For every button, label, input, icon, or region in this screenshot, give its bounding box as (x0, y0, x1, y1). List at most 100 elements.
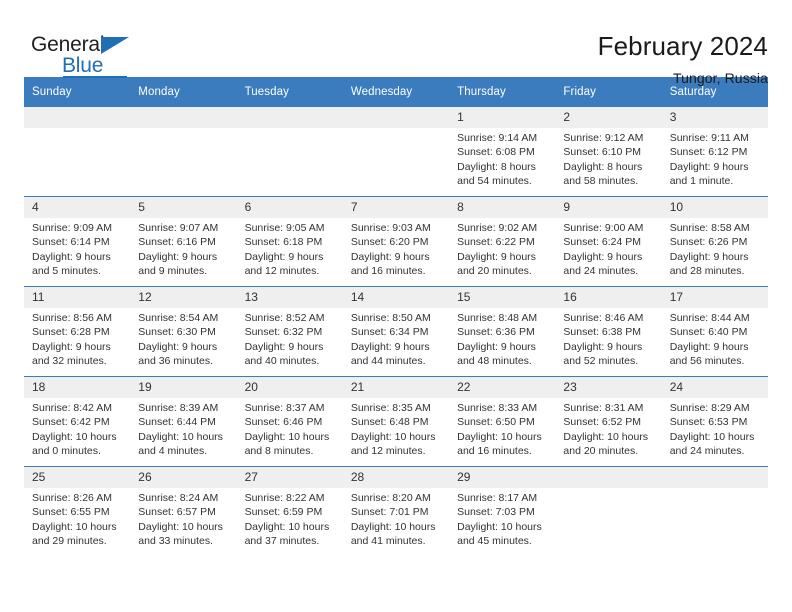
daylight-text: Daylight: 10 hours and 12 minutes. (350, 430, 436, 458)
sunset-text: Sunset: 7:03 PM (457, 506, 535, 519)
day-details: Sunrise: 9:03 AM Sunset: 6:20 PM Daylight:… (343, 218, 449, 279)
calendar-day-cell[interactable]: 25 Sunrise: 8:26 AM Sunset: 6:55 PM Dayligh… (24, 466, 131, 556)
sunrise-text: Sunrise: 8:56 AM (32, 312, 112, 324)
calendar-day-cell[interactable]: 11 Sunrise: 8:56 AM Sunset: 6:28 PM Dayligh… (24, 286, 131, 377)
daylight-text: Daylight: 10 hours and 16 minutes. (457, 430, 542, 458)
day-number (236, 107, 343, 128)
calendar-day-cell[interactable]: 23 Sunrise: 8:31 AM Sunset: 6:52 PM Dayligh… (555, 376, 662, 467)
day-details: Sunrise: 9:12 AM Sunset: 6:10 PM Daylight:… (555, 128, 661, 189)
sunrise-text: Sunrise: 8:26 AM (32, 492, 112, 504)
day-number (24, 107, 131, 128)
daylight-text: Daylight: 10 hours and 0 minutes. (32, 430, 117, 458)
calendar-day-cell[interactable]: 20 Sunrise: 8:37 AM Sunset: 6:46 PM Dayligh… (236, 376, 343, 467)
calendar-week-row: 18 Sunrise: 8:42 AM Sunset: 6:42 PM Dayligh… (24, 376, 768, 467)
day-number: 15 (449, 287, 556, 308)
day-number: 24 (661, 377, 768, 398)
calendar-table: Sunday Monday Tuesday Wednesday Thursday Frid… (24, 77, 768, 556)
general-blue-logo[interactable]: General Blue (24, 31, 144, 78)
calendar-day-cell[interactable]: 29 Sunrise: 8:17 AM Sunset: 7:03 PM Dayligh… (449, 466, 556, 556)
calendar-day-cell[interactable]: 27 Sunrise: 8:22 AM Sunset: 6:59 PM Dayligh… (236, 466, 343, 556)
daylight-text: Daylight: 9 hours and 48 minutes. (457, 340, 536, 368)
calendar-day-cell[interactable]: 14 Sunrise: 8:50 AM Sunset: 6:34 PM Dayligh… (342, 286, 450, 377)
sunrise-text: Sunrise: 9:14 AM (457, 132, 538, 144)
sunset-text: Sunset: 6:10 PM (563, 146, 642, 159)
calendar-page: General Blue February 2024 Tungor, Russi… (0, 0, 792, 612)
daylight-text: Daylight: 9 hours and 28 minutes. (669, 250, 749, 278)
calendar-day-cell[interactable]: 8 Sunrise: 9:02 AM Sunset: 6:22 PM Daylight… (449, 196, 556, 287)
sunrise-text: Sunrise: 8:54 AM (138, 312, 219, 324)
sunset-text: Sunset: 6:26 PM (669, 236, 748, 249)
calendar-day-cell[interactable]: 19 Sunrise: 8:39 AM Sunset: 6:44 PM Dayligh… (130, 376, 237, 467)
sunset-text: Sunset: 6:12 PM (669, 146, 748, 159)
sunrise-text: Sunrise: 9:12 AM (563, 132, 644, 144)
calendar-day-cell[interactable]: 2 Sunrise: 9:12 AM Sunset: 6:10 PM Daylight… (555, 106, 662, 197)
day-details: Sunrise: 8:50 AM Sunset: 6:34 PM Daylight:… (343, 308, 449, 369)
sunrise-text: Sunrise: 9:07 AM (138, 222, 219, 234)
calendar-day-cell[interactable]: 24 Sunrise: 8:29 AM Sunset: 6:53 PM Dayligh… (661, 376, 768, 467)
day-number: 18 (24, 377, 131, 398)
calendar-day-cell[interactable]: 4 Sunrise: 9:09 AM Sunset: 6:14 PM Daylight… (24, 196, 131, 287)
day-details: Sunrise: 8:52 AM Sunset: 6:32 PM Daylight:… (237, 308, 343, 369)
calendar-day-cell[interactable]: 18 Sunrise: 8:42 AM Sunset: 6:42 PM Dayligh… (24, 376, 131, 467)
calendar-day-cell[interactable]: 22 Sunrise: 8:33 AM Sunset: 6:50 PM Dayligh… (449, 376, 556, 467)
daylight-text: Daylight: 10 hours and 45 minutes. (457, 520, 542, 548)
calendar-day-cell[interactable]: 9 Sunrise: 9:00 AM Sunset: 6:24 PM Daylight… (555, 196, 662, 287)
calendar-day-cell[interactable]: 5 Sunrise: 9:07 AM Sunset: 6:16 PM Daylight… (130, 196, 237, 287)
sunset-text: Sunset: 6:36 PM (457, 326, 535, 339)
calendar-cell-empty (342, 106, 450, 197)
calendar-day-cell[interactable]: 17 Sunrise: 8:44 AM Sunset: 6:40 PM Dayligh… (661, 286, 768, 377)
daylight-text: Daylight: 10 hours and 29 minutes. (32, 520, 117, 548)
calendar-day-cell[interactable]: 26 Sunrise: 8:24 AM Sunset: 6:57 PM Dayligh… (130, 466, 237, 556)
daylight-text: Daylight: 9 hours and 5 minutes. (32, 250, 111, 278)
day-number: 21 (342, 377, 450, 398)
calendar-day-cell[interactable]: 13 Sunrise: 8:52 AM Sunset: 6:32 PM Dayligh… (236, 286, 343, 377)
day-number: 26 (130, 467, 237, 488)
sunrise-text: Sunrise: 8:31 AM (563, 402, 644, 414)
brand-triangle-icon (101, 37, 129, 54)
calendar-day-cell[interactable]: 15 Sunrise: 8:48 AM Sunset: 6:36 PM Dayligh… (449, 286, 556, 377)
day-number: 28 (342, 467, 450, 488)
calendar-day-cell[interactable]: 3 Sunrise: 9:11 AM Sunset: 6:12 PM Daylight… (661, 106, 768, 197)
daylight-text: Daylight: 9 hours and 1 minute. (669, 160, 749, 188)
sunrise-text: Sunrise: 8:46 AM (563, 312, 644, 324)
calendar-cell-empty (24, 106, 131, 197)
calendar-day-cell[interactable]: 6 Sunrise: 9:05 AM Sunset: 6:18 PM Daylight… (236, 196, 343, 287)
calendar-cell-empty (236, 106, 343, 197)
calendar-day-cell[interactable]: 10 Sunrise: 8:58 AM Sunset: 6:26 PM Dayligh… (661, 196, 768, 287)
calendar-day-cell[interactable]: 16 Sunrise: 8:46 AM Sunset: 6:38 PM Dayligh… (555, 286, 662, 377)
day-number (661, 467, 768, 488)
sunset-text: Sunset: 6:08 PM (457, 146, 535, 159)
weekday-header-sunday: Sunday (24, 77, 131, 107)
sunset-text: Sunset: 6:55 PM (32, 506, 110, 519)
sunset-text: Sunset: 6:52 PM (563, 416, 642, 429)
sunrise-text: Sunrise: 8:33 AM (457, 402, 538, 414)
day-number: 29 (449, 467, 556, 488)
sunset-text: Sunset: 6:48 PM (350, 416, 429, 429)
day-details: Sunrise: 8:56 AM Sunset: 6:28 PM Daylight:… (24, 308, 130, 369)
day-details: Sunrise: 8:44 AM Sunset: 6:40 PM Daylight:… (662, 308, 768, 369)
page-header: General Blue February 2024 Tungor, Russi… (24, 0, 768, 86)
day-number: 3 (661, 107, 768, 128)
day-number: 19 (130, 377, 237, 398)
day-number: 11 (24, 287, 131, 308)
day-number: 25 (24, 467, 131, 488)
day-number: 5 (130, 197, 237, 218)
daylight-text: Daylight: 8 hours and 54 minutes. (457, 160, 536, 188)
sunrise-text: Sunrise: 8:58 AM (669, 222, 750, 234)
sunrise-text: Sunrise: 8:42 AM (32, 402, 112, 414)
day-number: 10 (661, 197, 768, 218)
day-details: Sunrise: 8:39 AM Sunset: 6:44 PM Daylight:… (130, 398, 236, 459)
sunset-text: Sunset: 7:01 PM (350, 506, 429, 519)
sunset-text: Sunset: 6:46 PM (244, 416, 323, 429)
calendar-day-cell[interactable]: 28 Sunrise: 8:20 AM Sunset: 7:01 PM Dayligh… (342, 466, 450, 556)
daylight-text: Daylight: 9 hours and 44 minutes. (350, 340, 430, 368)
day-number: 16 (555, 287, 662, 308)
calendar-day-cell[interactable]: 21 Sunrise: 8:35 AM Sunset: 6:48 PM Dayligh… (342, 376, 450, 467)
day-details: Sunrise: 8:29 AM Sunset: 6:53 PM Daylight:… (662, 398, 768, 459)
calendar-day-cell[interactable]: 1 Sunrise: 9:14 AM Sunset: 6:08 PM Daylight… (449, 106, 556, 197)
logo-text-blue: Blue (62, 54, 104, 77)
day-details: Sunrise: 8:26 AM Sunset: 6:55 PM Daylight:… (24, 488, 130, 549)
calendar-day-cell[interactable]: 12 Sunrise: 8:54 AM Sunset: 6:30 PM Dayligh… (130, 286, 237, 377)
sunset-text: Sunset: 6:38 PM (563, 326, 642, 339)
calendar-day-cell[interactable]: 7 Sunrise: 9:03 AM Sunset: 6:20 PM Daylight… (342, 196, 450, 287)
